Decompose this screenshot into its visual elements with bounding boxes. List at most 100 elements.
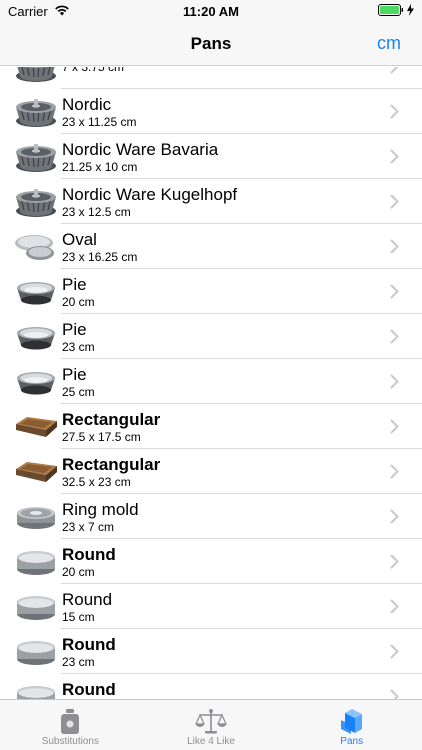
pan-row[interactable]: Pie 20 cm [0,269,422,314]
pan-row[interactable]: Round25 cm [0,674,422,699]
pan-row[interactable]: Round 15 cm [0,584,422,629]
pan-row[interactable]: Rectangular 32.5 x 23 cm [0,449,422,494]
pan-row-text: Nordic Ware Bavaria 21.25 x 10 cm [62,140,384,174]
bundt-icon [12,67,60,87]
tab-label: Like 4 Like [187,736,235,747]
pan-row-text: 7 x 3.75 cm [62,67,384,74]
pan-row-text: Oval 23 x 16.25 cm [62,230,384,264]
pie-pan-icon [12,272,60,312]
pan-row[interactable]: Pie 23 cm [0,314,422,359]
chevron-right-icon [384,554,404,569]
pan-row-text: Ring mold 23 x 7 cm [62,500,384,534]
pan-row[interactable]: Ring mold 23 x 7 cm [0,494,422,539]
chevron-right-icon [384,689,404,699]
ring-mold-icon [12,497,60,537]
pan-row-text: Nordic 23 x 11.25 cm [62,95,384,129]
rectangular-pan-icon [12,407,60,447]
chevron-right-icon [384,464,404,479]
screen: Carrier 11:20 AM Pans cm 7 x 3.75 cm Nord… [0,0,422,750]
pan-row-text: Pie 25 cm [62,365,384,399]
pan-row[interactable]: Pie 25 cm [0,359,422,404]
chevron-right-icon [384,374,404,389]
wifi-icon [54,4,70,19]
pan-name: Rectangular [62,454,161,474]
status-bar: Carrier 11:20 AM [0,0,422,22]
pan-size: 20 cm [62,564,95,579]
scale-icon [195,706,227,736]
navigation-bar: Pans cm [0,22,422,66]
pan-name: Nordic [62,94,112,114]
chevron-right-icon [384,67,404,74]
chevron-right-icon [384,284,404,299]
pan-name: Pie [62,274,87,294]
pan-row-text: Pie 23 cm [62,320,384,354]
pan-size: 25 cm [62,384,95,399]
pan-row[interactable]: Round 23 cm [0,629,422,674]
pan-size: 23 x 12.5 cm [62,204,131,219]
pan-row[interactable]: 7 x 3.75 cm [0,67,422,89]
tab-pans[interactable]: Pans [281,700,422,750]
pan-size: 21.25 x 10 cm [62,159,138,174]
chevron-right-icon [384,239,404,254]
pan-name: Oval [62,229,97,249]
pan-row-text: Rectangular 27.5 x 17.5 cm [62,410,384,444]
chevron-right-icon [384,329,404,344]
bundt-icon [12,92,60,132]
pan-size: 7 x 3.75 cm [62,67,384,74]
rectangular-pan-icon [12,452,60,492]
pan-name: Round [62,589,113,609]
tab-label: Pans [340,736,364,747]
battery-icon [378,3,405,19]
pan-row-text: Rectangular 32.5 x 23 cm [62,455,384,489]
jar-icon [58,706,82,736]
pan-row[interactable]: Nordic 23 x 11.25 cm [0,89,422,134]
bundt-icon [12,137,60,177]
tab-bar: Substitutions Like 4 Like Pans [0,699,422,750]
pan-name: Pie [62,364,87,384]
tab-label: Substitutions [41,736,99,747]
pan-row-text: Round 20 cm [62,545,384,579]
pan-size: 23 x 7 cm [62,519,115,534]
pan-size: 23 cm [62,339,95,354]
pan-size: 20 cm [62,294,95,309]
pan-row[interactable]: Round 20 cm [0,539,422,584]
pan-row-text: Round 15 cm [62,590,384,624]
pan-row[interactable]: Nordic Ware Bavaria 21.25 x 10 cm [0,134,422,179]
tab-like-4-like[interactable]: Like 4 Like [141,700,282,750]
carrier-label: Carrier [8,3,48,19]
tab-substitutions[interactable]: Substitutions [0,700,141,750]
chevron-right-icon [384,509,404,524]
pan-name: Nordic Ware Bavaria [62,139,219,159]
pan-row[interactable]: Nordic Ware Kugelhopf 23 x 12.5 cm [0,179,422,224]
pan-row[interactable]: Rectangular 27.5 x 17.5 cm [0,404,422,449]
pan-size: 23 cm [62,654,95,669]
pan-row-text: Nordic Ware Kugelhopf 23 x 12.5 cm [62,185,384,219]
pan-size: 32.5 x 23 cm [62,474,131,489]
pan-name: Rectangular [62,409,161,429]
pan-list-content: 7 x 3.75 cm Nordic23 x 11.25 cm Nordic War… [0,67,422,699]
pan-size: 15 cm [62,609,95,624]
pan-name: Round [62,679,116,699]
pan-size: 23 x 16.25 cm [62,249,138,264]
pan-size: 23 x 11.25 cm [62,114,137,129]
round-pan-icon [12,587,60,627]
page-title: Pans [190,33,232,53]
unit-toggle-button[interactable]: cm [377,33,401,54]
pan-name: Ring mold [62,499,139,519]
bundt-icon [12,182,60,222]
pan-list: 7 x 3.75 cm Nordic23 x 11.25 cm Nordic War… [0,67,422,699]
pan-row-text: Round 23 cm [62,635,384,669]
pans-icon [338,706,366,736]
oval-pan-icon [12,227,60,267]
pan-name: Pie [62,319,87,339]
pan-name: Round [62,634,116,654]
round-pan-icon [12,542,60,582]
chevron-right-icon [384,644,404,659]
chevron-right-icon [384,599,404,614]
round-pan-icon [12,677,60,699]
pan-size: 27.5 x 17.5 cm [62,429,141,444]
chevron-right-icon [384,149,404,164]
pan-name: Nordic Ware Kugelhopf [62,184,238,204]
pie-pan-icon [12,362,60,402]
pan-row[interactable]: Oval 23 x 16.25 cm [0,224,422,269]
